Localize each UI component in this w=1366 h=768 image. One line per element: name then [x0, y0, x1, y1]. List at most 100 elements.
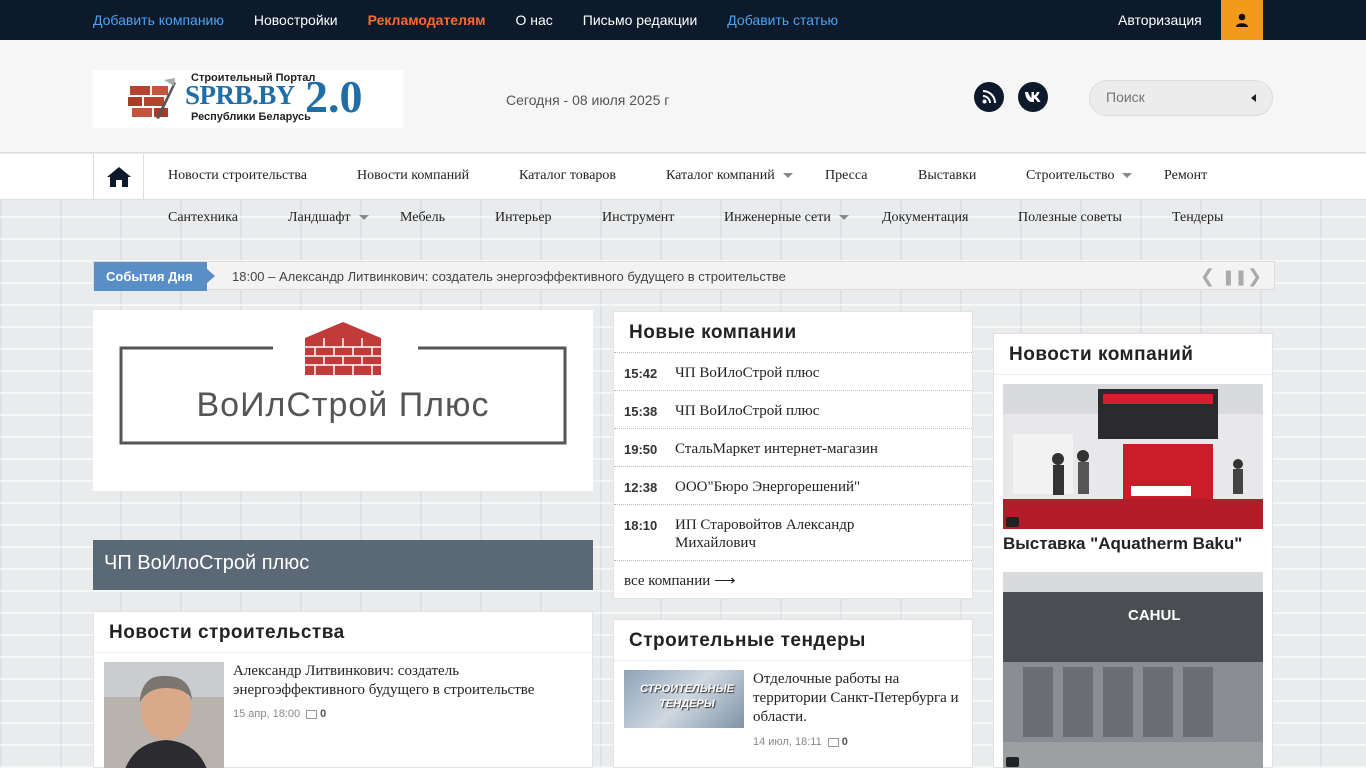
prev-icon[interactable]: ❮ — [1200, 266, 1215, 287]
vk-icon — [1025, 92, 1041, 102]
company-time: 19:50 — [624, 442, 658, 457]
current-date: Сегодня - 08 июля 2025 г — [506, 92, 670, 108]
company-name[interactable]: СтальМаркет интернет-магазин — [675, 440, 955, 458]
logo-version: 2.0 — [305, 71, 363, 122]
nav-engineering[interactable]: Инженерные сети — [724, 210, 849, 226]
top-bar: Добавить компанию Новостройки Рекламодат… — [0, 0, 1366, 40]
nav-tips[interactable]: Полезные советы — [1018, 210, 1122, 226]
company-time: 15:38 — [624, 404, 658, 419]
chevron-down-icon — [358, 215, 369, 221]
logo-main-text: SPRB.BY — [185, 80, 295, 110]
news-title[interactable]: Александр Литвинкович: создатель энергоэ… — [233, 662, 588, 700]
vk-button[interactable] — [1018, 82, 1048, 112]
tender-title[interactable]: Отделочные работы на территории Санкт-Пе… — [753, 670, 971, 727]
site-header: Строительный Портал SPRB.BY Республики Б… — [0, 40, 1366, 153]
nav-furniture[interactable]: Мебель — [400, 210, 445, 226]
tenders-panel: Строительные тендеры СТРОИТЕЛЬНЫЕ ТЕНДЕР… — [613, 619, 973, 768]
user-button[interactable] — [1221, 0, 1263, 40]
search-box[interactable] — [1089, 80, 1273, 116]
person-photo — [104, 662, 224, 768]
add-article-link[interactable]: Добавить статью — [727, 12, 838, 28]
tender-date: 14 июл, 18:11 — [753, 736, 822, 748]
tender-thumbnail[interactable]: СТРОИТЕЛЬНЫЕ ТЕНДЕРЫ — [624, 670, 744, 728]
tender-comments: 0 — [841, 736, 848, 748]
nav-repair[interactable]: Ремонт — [1164, 168, 1207, 184]
tenders-title: Строительные тендеры — [629, 630, 866, 651]
building-photo[interactable]: CAHUL — [1003, 572, 1263, 768]
company-name[interactable]: ЧП ВоИлоСтрой плюс — [675, 364, 955, 382]
company-news-title: Новости компаний — [1009, 344, 1194, 365]
company-news-item-title[interactable]: Выставка "Aquatherm Baku" — [1003, 534, 1242, 554]
nav-documentation[interactable]: Документация — [882, 210, 968, 226]
chevron-down-icon — [1122, 173, 1133, 179]
build-news-title: Новости строительства — [109, 622, 345, 643]
news-comments: 0 — [320, 708, 327, 720]
bricks-logo-icon — [128, 78, 176, 119]
site-logo[interactable]: Строительный Портал SPRB.BY Республики Б… — [93, 70, 403, 128]
building-sign-text: CAHUL — [1128, 607, 1181, 624]
main-nav: Новости строительства Новости компаний К… — [0, 154, 1366, 200]
login-link[interactable]: Авторизация — [1118, 0, 1202, 40]
build-news-panel: Новости строительства Александр Литвинко… — [93, 611, 593, 768]
next-icon[interactable]: ❯ — [1247, 266, 1262, 287]
events-ticker: События Дня 18:00 – Александр Литвинкови… — [93, 261, 1275, 291]
new-buildings-link[interactable]: Новостройки — [254, 12, 338, 28]
company-time: 18:10 — [624, 518, 658, 533]
comment-icon — [827, 737, 839, 747]
chevron-down-icon — [838, 215, 849, 221]
nav-tenders[interactable]: Тендеры — [1172, 210, 1223, 226]
chevron-down-icon — [782, 173, 793, 179]
featured-caption[interactable]: ЧП ВоИлоСтрой плюс — [93, 540, 593, 590]
company-name[interactable]: ООО"Бюро Энергорешений" — [675, 478, 955, 496]
search-arrow-icon[interactable] — [1251, 94, 1256, 102]
home-button[interactable] — [93, 154, 144, 200]
nav-landscape[interactable]: Ландшафт — [288, 210, 369, 226]
featured-caption-text: ЧП ВоИлоСтрой плюс — [104, 552, 310, 574]
logo-bottom-text: Республики Беларусь — [191, 111, 311, 123]
company-name[interactable]: ЧП ВоИлоСтрой плюс — [675, 402, 955, 420]
user-icon — [1236, 13, 1248, 27]
nav-press[interactable]: Пресса — [825, 168, 868, 184]
letter-to-editors-link[interactable]: Письмо редакции — [583, 12, 697, 28]
nav-build-news[interactable]: Новости строительства — [168, 168, 307, 184]
all-companies-link[interactable]: все компании ⟶ — [624, 572, 904, 590]
exhibition-photo[interactable] — [1003, 384, 1263, 529]
nav-interior[interactable]: Интерьер — [495, 210, 552, 226]
company-name[interactable]: ИП Старовойтов Александр Михайлович — [675, 516, 895, 552]
exhibition-image — [1003, 384, 1263, 529]
nav-plumbing[interactable]: Сантехника — [168, 210, 238, 226]
nav-company-news[interactable]: Новости компаний — [357, 168, 469, 184]
tender-meta: 14 июл, 18:11 0 — [753, 736, 848, 748]
news-meta: 15 апр, 18:00 0 — [233, 708, 326, 720]
ticker-headline[interactable]: 18:00 – Александр Литвинкович: создатель… — [232, 262, 786, 291]
featured-banner[interactable]: ВоИлСтрой Плюс — [93, 310, 593, 491]
nav-goods-catalog[interactable]: Каталог товаров — [519, 168, 616, 184]
news-thumbnail[interactable] — [104, 662, 224, 768]
list-item[interactable]: 15:38 ЧП ВоИлоСтрой плюс — [614, 390, 972, 428]
pause-icon[interactable]: ❚❚ — [1222, 268, 1247, 286]
list-item[interactable]: 12:38 ООО"Бюро Энергорешений" — [614, 466, 972, 504]
company-time: 12:38 — [624, 480, 658, 495]
home-icon — [106, 167, 131, 187]
nav-exhibitions[interactable]: Выставки — [918, 168, 976, 184]
news-date: 15 апр, 18:00 — [233, 708, 301, 720]
nav-companies-catalog[interactable]: Каталог компаний — [666, 168, 793, 184]
new-companies-title: Новые компании — [629, 322, 797, 343]
company-news-panel: Новости компаний Выставка "Aquatherm Bak… — [993, 333, 1273, 768]
camera-icon — [1006, 757, 1019, 767]
list-item[interactable]: 19:50 СтальМаркет интернет-магазин — [614, 428, 972, 466]
featured-logo-text: ВоИлСтрой Плюс — [196, 386, 489, 424]
new-companies-panel: Новые компании 15:42 ЧП ВоИлоСтрой плюс … — [613, 311, 973, 599]
add-company-link[interactable]: Добавить компанию — [93, 12, 224, 28]
search-input[interactable] — [1106, 89, 1246, 105]
list-item[interactable]: 18:10 ИП Старовойтов Александр Михайлови… — [614, 504, 972, 560]
nav-tools[interactable]: Инструмент — [602, 210, 674, 226]
list-item[interactable]: 15:42 ЧП ВоИлоСтрой плюс — [614, 352, 972, 390]
rss-button[interactable] — [974, 82, 1004, 112]
advertisers-link[interactable]: Рекламодателям — [368, 12, 486, 28]
about-link[interactable]: О нас — [516, 12, 553, 28]
company-time: 15:42 — [624, 366, 658, 381]
nav-construction[interactable]: Строительство — [1026, 168, 1133, 184]
all-companies-row: все компании ⟶ — [614, 560, 972, 598]
camera-icon — [1006, 517, 1019, 527]
